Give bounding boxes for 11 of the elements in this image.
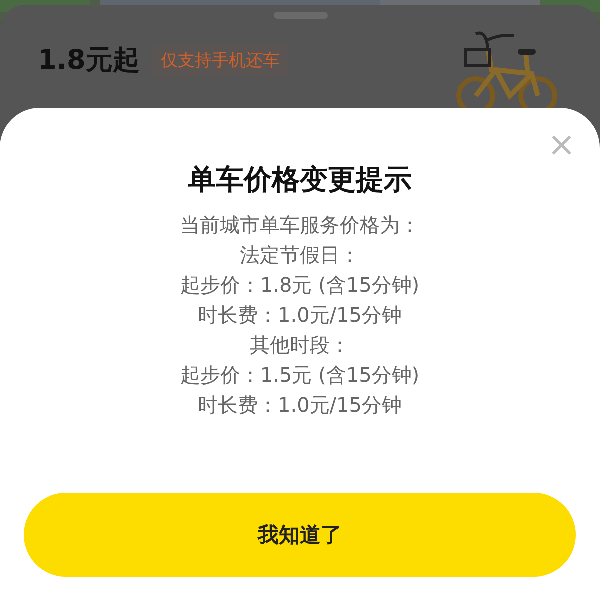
price-label: 1.8元起 — [38, 44, 140, 78]
price-info-line: 当前城市单车服务价格为： — [180, 212, 420, 239]
dialog-title: 单车价格变更提示 — [188, 162, 412, 198]
price-info-line: 法定节假日： — [240, 242, 360, 269]
price-info-line: 其他时段： — [250, 332, 350, 359]
return-tag: 仅支持手机还车 — [152, 44, 289, 76]
confirm-button[interactable]: 我知道了 — [24, 493, 576, 577]
price-info-line: 时长费：1.0元/15分钟 — [198, 302, 402, 329]
price-info-line: 起步价：1.5元 (含15分钟) — [180, 362, 420, 389]
price-info-line: 起步价：1.8元 (含15分钟) — [180, 272, 420, 299]
price-info-line: 时长费：1.0元/15分钟 — [198, 392, 402, 419]
